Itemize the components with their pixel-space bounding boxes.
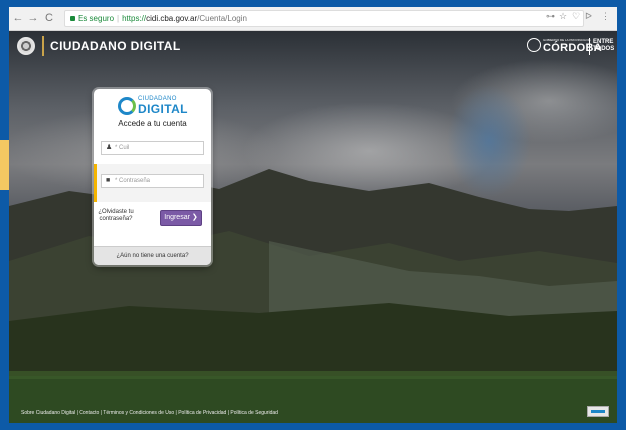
user-icon: ♟ [106,144,113,151]
site-header: CIUDADANO DIGITAL GOBIERNO DE LA PROVINC… [9,31,617,61]
forgot-line-2: contraseña? [99,216,133,222]
lock-icon: ■ [106,177,111,184]
footer-links[interactable]: Sobre Ciudadano Digital | Contacto | Tér… [21,410,278,416]
extension-icon-2[interactable]: ᐅ [585,11,592,22]
url-path: /Cuenta/Login [197,14,247,23]
login-card: CIUDADANO DIGITAL Accede a tu cuenta ♟ *… [94,89,211,265]
password-input[interactable]: ■ * Contraseña [101,174,204,188]
logo-big-text: DIGITAL [138,102,188,116]
slogan-divider [589,38,590,55]
address-bar[interactable]: Es seguro | https://cidi.cba.gov.ar/Cuenta… [64,10,584,27]
url-host: cidi.cba.gov.ar [146,14,198,23]
url-protocol: https:// [122,14,147,23]
menu-icon[interactable]: ⋮ [601,11,610,22]
bookmark-star-icon[interactable]: ☆ [559,11,567,22]
cuil-placeholder: * Cuil [115,145,130,151]
forward-button[interactable]: → [26,11,40,25]
app-name[interactable]: CIUDADANO DIGITAL [50,39,181,53]
slogan: ENTRE TODOS [593,39,614,53]
government-seal-icon [527,38,541,52]
footer-badge-icon [587,406,609,417]
back-button[interactable]: ← [11,11,25,25]
forgot-password-link[interactable]: ¿Olvidaste tu contraseña? [98,209,134,223]
slogan-line-2: TODOS [593,46,615,52]
card-title: Accede a tu cuenta [118,119,187,128]
reload-button[interactable]: C [42,11,56,25]
key-icon[interactable]: ⊶ [546,11,555,22]
card-logo: CIUDADANO DIGITAL [118,95,188,117]
ciudadano-digital-logo-icon[interactable] [17,37,35,55]
login-button[interactable]: Ingresar ❯ [160,210,202,226]
browser-toolbar: ← → C Es seguro | https://cidi.cba.gov.ar/… [9,7,617,31]
password-focus-accent [94,164,97,202]
forgot-line-1: ¿Olvidaste tu [98,209,134,215]
password-placeholder: * Contraseña [115,178,151,184]
login-page: CIUDADANO DIGITAL GOBIERNO DE LA PROVINC… [9,31,617,423]
register-link[interactable]: ¿Aún no tiene una cuenta? [94,246,211,265]
slogan-line-1: ENTRE [593,39,614,45]
secure-label: Es seguro [78,14,115,23]
lock-icon [70,16,75,22]
page-edge-accent [0,140,9,190]
header-divider [42,36,44,56]
extension-icon[interactable]: ♡ [572,11,580,22]
cuil-input[interactable]: ♟ * Cuil [101,141,204,155]
ciudadano-digital-swirl-icon [118,97,136,115]
